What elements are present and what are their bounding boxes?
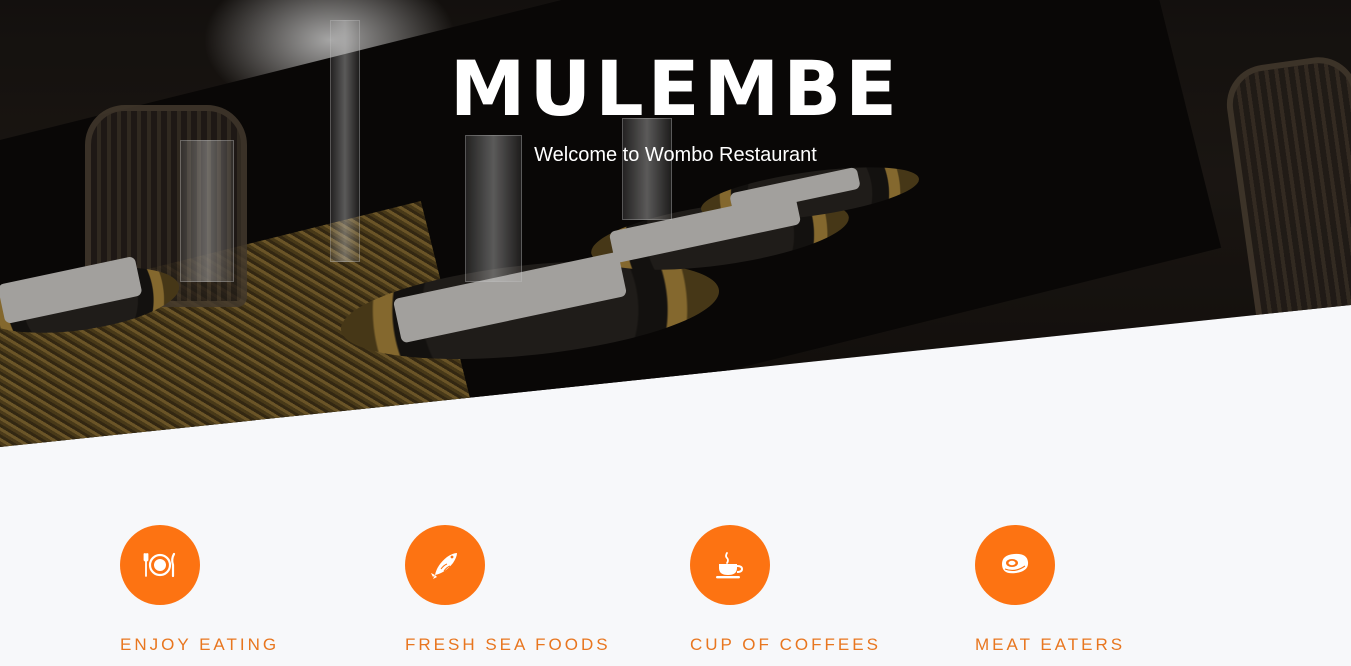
feature-icon-circle	[405, 525, 485, 605]
feature-label: ENJOY EATING	[120, 635, 280, 654]
steak-icon	[1002, 553, 1029, 574]
fish-icon	[431, 553, 457, 579]
hero-banner: MULEMBE Welcome to Wombo Restaurant	[0, 0, 1351, 447]
feature-enjoy-eating: ENJOY EATING	[120, 525, 380, 655]
plate-cutlery-icon	[143, 552, 176, 578]
feature-icon-circle	[690, 525, 770, 605]
feature-label: CUP OF COFFEES	[690, 635, 881, 654]
feature-meat-eaters: MEAT EATERS	[975, 525, 1235, 655]
site-title: MULEMBE	[449, 44, 902, 133]
site-subtitle: Welcome to Wombo Restaurant	[534, 144, 817, 166]
feature-icon-circle	[120, 525, 200, 605]
feature-label: FRESH SEA FOODS	[405, 635, 611, 654]
coffee-cup-icon	[716, 552, 744, 579]
feature-cup-of-coffees: CUP OF COFFEES	[690, 525, 950, 655]
features-section: ENJOY EATING FRESH SEA FOODS CUP OF COFF…	[120, 525, 1260, 666]
feature-fresh-sea-foods: FRESH SEA FOODS	[405, 525, 665, 655]
feature-icon-circle	[975, 525, 1055, 605]
feature-label: MEAT EATERS	[975, 635, 1126, 654]
